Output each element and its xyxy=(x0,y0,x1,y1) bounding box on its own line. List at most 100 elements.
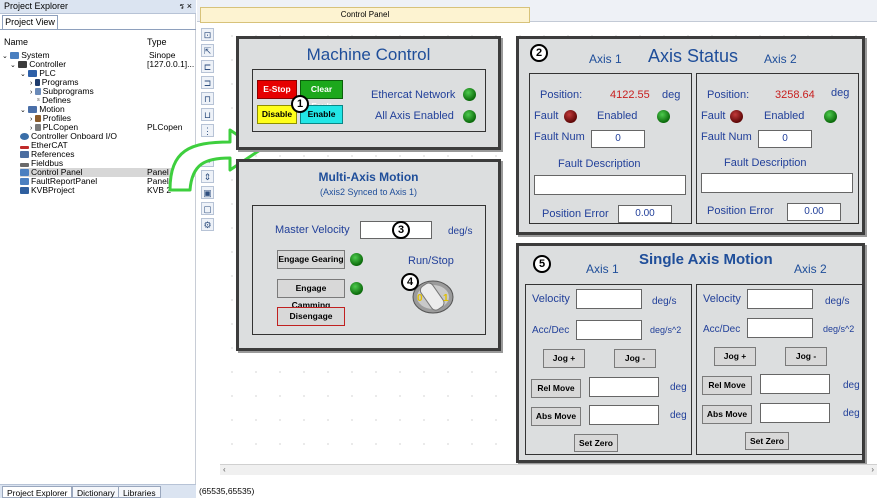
tree-item-controller[interactable]: ⌄ Controller [127.0.0.1]... xyxy=(10,60,196,70)
gearing-status-led xyxy=(350,253,363,266)
pointer-tool-icon[interactable]: ⇱ xyxy=(201,44,214,57)
axis2-jog-plus-button[interactable]: Jog + xyxy=(714,347,756,366)
multi-axis-motion-panel: Multi-Axis Motion (Axis2 Synced to Axis … xyxy=(236,159,501,351)
io-icon xyxy=(20,133,29,140)
explorer-bottom-tabs: Project Explorer Dictionary Libraries xyxy=(0,484,196,498)
master-velocity-unit: deg/s xyxy=(448,226,473,237)
multi-axis-title: Multi-Axis Motion xyxy=(318,170,419,184)
single-axis-title: Single Axis Motion xyxy=(639,251,773,268)
axis1-jog-plus-button[interactable]: Jog + xyxy=(543,349,585,368)
programs-icon xyxy=(34,79,40,86)
machine-control-title: Machine Control xyxy=(306,45,431,64)
axis2-fault-num-label: Fault Num xyxy=(701,131,752,143)
align-left-icon[interactable]: ⊏ xyxy=(201,60,214,73)
axis1-velocity-input[interactable] xyxy=(576,289,642,309)
axis2-fault-led xyxy=(730,110,743,123)
machine-control-group: E-Stop Clear Fault Disable Enable Etherc… xyxy=(252,69,486,132)
callout-5: 5 xyxy=(533,255,551,273)
axis1-fault-led xyxy=(564,110,577,123)
select-tool-icon[interactable]: ⊡ xyxy=(201,28,214,41)
explorer-window-controls[interactable]: ร × xyxy=(179,0,192,13)
axis2-accdec-unit: deg/s^2 xyxy=(823,324,855,334)
column-header-type: Type xyxy=(147,37,167,47)
axis1-fault-num-label: Fault Num xyxy=(534,131,585,143)
axis1-set-zero-button[interactable]: Set Zero xyxy=(574,434,618,452)
axis2-jog-minus-button[interactable]: Jog - xyxy=(785,347,827,366)
axis2-velocity-unit: deg/s xyxy=(825,296,850,307)
axis1-jog-minus-button[interactable]: Jog - xyxy=(614,349,656,368)
single-axis2-group: Velocity deg/s Acc/Dec deg/s^2 Jog + Jog… xyxy=(696,284,863,455)
ethercat-status-led xyxy=(463,88,476,101)
axis2-accdec-input[interactable] xyxy=(747,318,813,338)
scroll-left-icon[interactable]: ‹ xyxy=(223,465,226,475)
panel-icon xyxy=(20,178,29,185)
machine-control-panel: Machine Control E-Stop Clear Fault Disab… xyxy=(236,36,501,150)
disengage-button[interactable]: Disengage xyxy=(277,307,345,326)
axis1-position-value: 4122.55 xyxy=(610,89,650,101)
tab-dictionary[interactable]: Dictionary xyxy=(72,486,120,498)
axis2-rel-move-unit: deg xyxy=(843,380,860,391)
axis2-rel-move-input[interactable] xyxy=(760,374,830,394)
axis1-enabled-led xyxy=(657,110,670,123)
axis-status-title: Axis Status xyxy=(648,46,739,66)
axis2-header: Axis 2 xyxy=(764,52,797,66)
kvb-icon xyxy=(20,187,29,194)
axis1-accdec-input[interactable] xyxy=(576,320,642,340)
run-stop-label: Run/Stop xyxy=(408,255,454,267)
axis1-rel-move-button[interactable]: Rel Move xyxy=(531,379,581,398)
callout-4: 4 xyxy=(401,273,419,291)
clear-fault-button[interactable]: Clear Fault xyxy=(300,80,343,111)
engage-camming-button[interactable]: Engage Camming xyxy=(277,279,345,310)
tab-underline xyxy=(0,29,196,30)
system-icon xyxy=(10,52,20,59)
axis1-velocity-label: Velocity xyxy=(532,293,570,305)
project-explorer: Project Explorer ร × Project View Name T… xyxy=(0,0,196,498)
axis2-fault-label: Fault xyxy=(701,110,726,122)
settings-icon[interactable]: ⚙ xyxy=(201,218,214,231)
tab-project-view[interactable]: Project View xyxy=(2,15,58,29)
tab-project-explorer[interactable]: Project Explorer xyxy=(2,486,73,498)
explorer-title: Project Explorer xyxy=(4,1,69,11)
axis2-fault-num-field: 0 xyxy=(758,130,812,148)
align-top-icon[interactable]: ⊓ xyxy=(201,92,214,105)
axis1-rel-move-input[interactable] xyxy=(589,377,659,397)
axis2-abs-move-input[interactable] xyxy=(760,403,830,423)
multi-axis-group: Master Velocity deg/s Engage Gearing Eng… xyxy=(252,205,486,335)
scroll-right-icon[interactable]: › xyxy=(871,465,874,475)
axis1-abs-move-button[interactable]: Abs Move xyxy=(531,407,581,426)
cursor-coordinates: (65535,65535) xyxy=(199,486,255,496)
axis1-position-unit: deg xyxy=(662,89,681,101)
axis1-accdec-unit: deg/s^2 xyxy=(650,325,682,335)
callout-3: 3 xyxy=(392,221,410,239)
tab-libraries[interactable]: Libraries xyxy=(118,486,161,498)
controller-icon xyxy=(18,61,28,68)
fieldbus-icon xyxy=(20,163,29,167)
axis-status-panel: 2 Axis 1 Axis Status Axis 2 Position: 41… xyxy=(516,36,865,235)
estop-button[interactable]: E-Stop xyxy=(257,80,297,99)
axis2-position-unit: deg xyxy=(831,87,850,99)
motion-icon xyxy=(28,106,38,113)
axis1-abs-move-input[interactable] xyxy=(589,405,659,425)
axis2-velocity-input[interactable] xyxy=(747,289,813,309)
switch-off-label: 0 xyxy=(417,293,423,304)
plcopen-icon xyxy=(34,124,41,131)
axis2-enabled-label: Enabled xyxy=(764,110,805,122)
tab-control-panel[interactable]: Control Panel xyxy=(200,7,530,23)
master-velocity-label: Master Velocity xyxy=(275,224,350,236)
axis2-fault-desc-field xyxy=(701,173,853,193)
axis1-position-error-label: Position Error xyxy=(542,208,609,220)
single-axis2-header: Axis 2 xyxy=(794,262,827,276)
align-right-icon[interactable]: ⊐ xyxy=(201,76,214,89)
callout-1: 1 xyxy=(291,95,309,113)
axis2-rel-move-button[interactable]: Rel Move xyxy=(702,376,752,395)
axis1-velocity-unit: deg/s xyxy=(652,296,677,307)
axis1-header: Axis 1 xyxy=(589,52,622,66)
axis1-fault-desc-label: Fault Description xyxy=(558,158,641,170)
engage-gearing-button[interactable]: Engage Gearing xyxy=(277,250,345,269)
axis2-set-zero-button[interactable]: Set Zero xyxy=(745,432,789,450)
horizontal-scrollbar[interactable]: ‹ › xyxy=(220,464,877,475)
axis1-abs-move-unit: deg xyxy=(670,410,687,421)
axis2-abs-move-button[interactable]: Abs Move xyxy=(702,405,752,424)
axis2-enabled-led xyxy=(824,110,837,123)
single-axis-motion-panel: 5 Axis 1 Single Axis Motion Axis 2 Veloc… xyxy=(516,243,865,463)
